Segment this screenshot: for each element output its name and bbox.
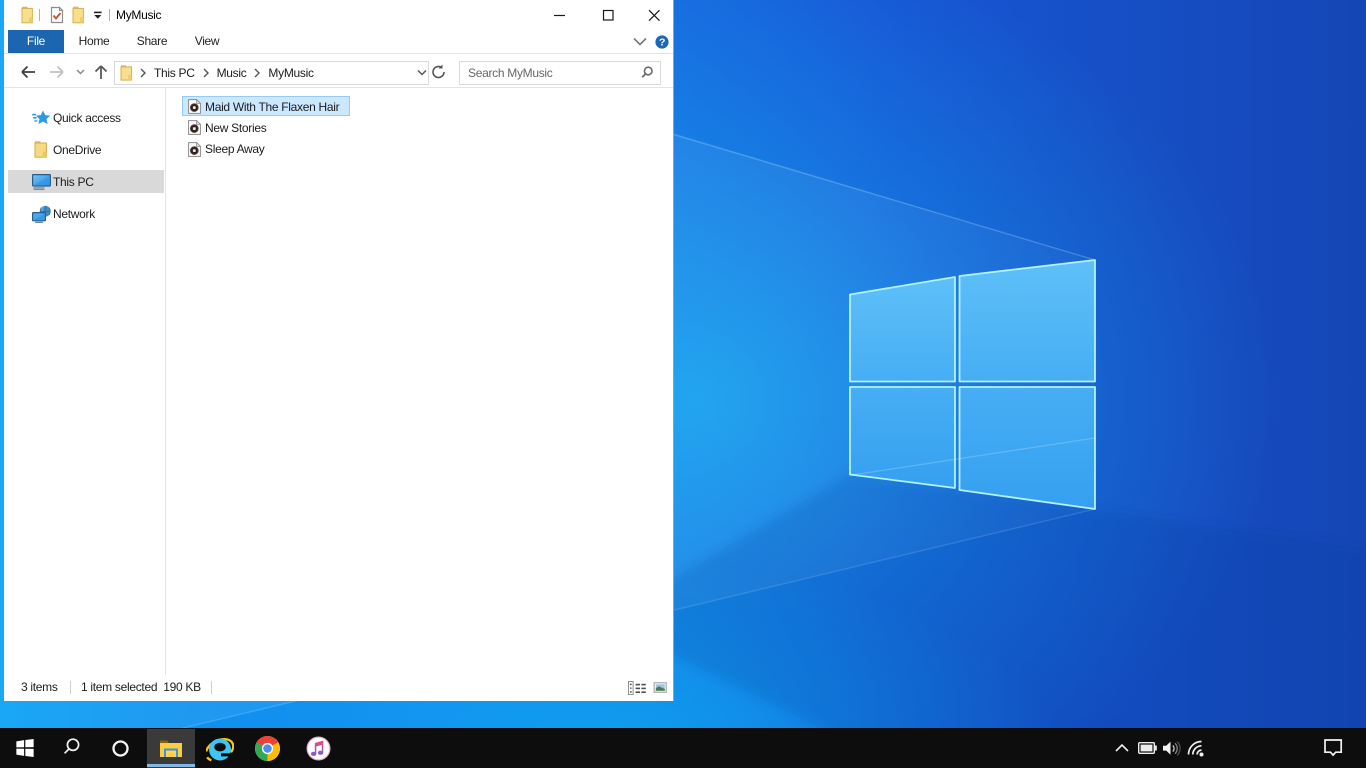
svg-text:?: ? [659,37,665,49]
